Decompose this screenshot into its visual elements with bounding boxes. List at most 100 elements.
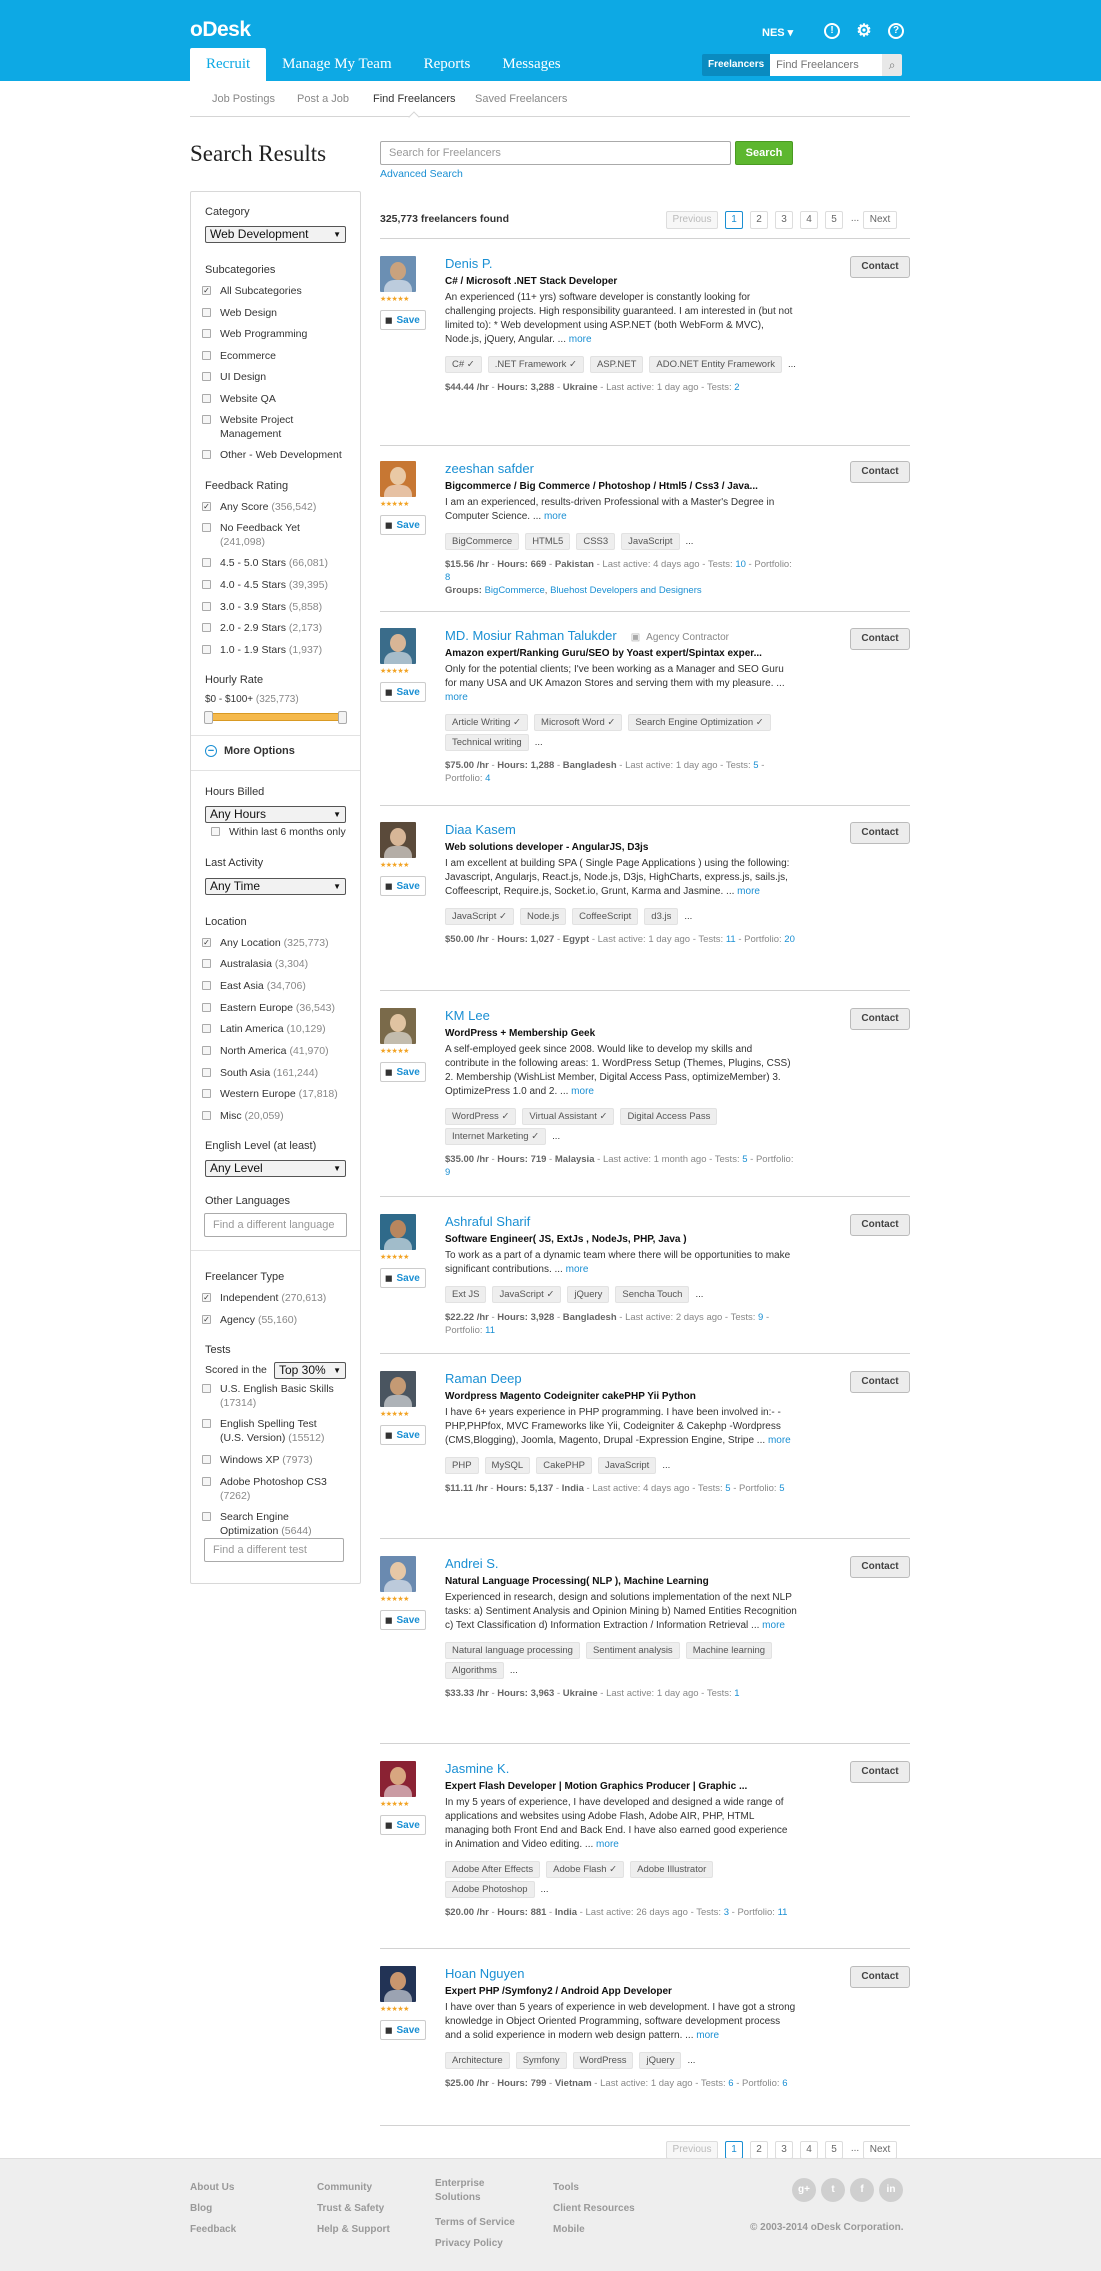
skill-tag[interactable]: Symfony	[515, 2052, 567, 2069]
skills-more[interactable]: ...	[535, 737, 543, 748]
page-3-button[interactable]: 3	[775, 2141, 793, 2159]
find-test-input[interactable]: Find a different test	[204, 1538, 344, 1562]
checkbox[interactable]	[202, 602, 211, 611]
checkbox[interactable]	[202, 308, 211, 317]
location-north-america[interactable]: North America (41,970)	[202, 1044, 352, 1058]
checkbox[interactable]	[202, 351, 211, 360]
save-button[interactable]: ◼ Save	[380, 876, 426, 896]
freelancer-avatar[interactable]	[380, 1556, 416, 1592]
portfolio-count-link[interactable]: 8	[445, 572, 450, 583]
checkbox[interactable]	[202, 415, 211, 424]
contact-button[interactable]: Contact	[850, 1556, 910, 1578]
footer-link-blog[interactable]: Blog	[190, 2198, 236, 2219]
checkbox[interactable]: ✓	[202, 1315, 211, 1324]
facebook-icon[interactable]: f	[850, 2178, 874, 2202]
page-4-button[interactable]: 4	[800, 2141, 818, 2159]
checkbox[interactable]	[202, 450, 211, 459]
tab-reports[interactable]: Reports	[408, 48, 487, 81]
skill-tag[interactable]: jQuery	[567, 1286, 610, 1303]
freelancer-type-agency[interactable]: ✓ Agency (55,160)	[202, 1313, 352, 1327]
find-freelancers-input[interactable]	[770, 54, 883, 76]
skill-tag[interactable]: MySQL	[484, 1457, 531, 1474]
skill-tag[interactable]: Ext JS	[445, 1286, 487, 1303]
skill-tag[interactable]: jQuery	[639, 2052, 682, 2069]
test-u-s-english-basic-skills[interactable]: U.S. English Basic Skills (17314)	[202, 1382, 342, 1410]
save-button[interactable]: ◼ Save	[380, 1062, 426, 1082]
footer-link-privacy-policy[interactable]: Privacy Policy	[435, 2233, 515, 2254]
skills-more[interactable]: ...	[687, 2055, 695, 2066]
contact-button[interactable]: Contact	[850, 628, 910, 650]
skill-tag[interactable]: HTML5	[525, 533, 571, 550]
page-5-button[interactable]: 5	[825, 2141, 843, 2159]
location-any-location[interactable]: ✓ Any Location (325,773)	[202, 936, 352, 950]
skill-tag[interactable]: CSS3	[576, 533, 616, 550]
freelancer-name-link[interactable]: Raman Deep	[445, 1371, 522, 1386]
skill-tag[interactable]: JavaScript	[621, 533, 680, 550]
page-4-button[interactable]: 4	[800, 211, 818, 229]
page-5-button[interactable]: 5	[825, 211, 843, 229]
subcategory-website-project-management[interactable]: Website Project Management	[202, 413, 322, 441]
minus-icon[interactable]: −	[205, 745, 217, 757]
group-link[interactable]: Bluehost Developers and Designers	[550, 585, 702, 596]
freelancer-name-link[interactable]: Jasmine K.	[445, 1761, 509, 1776]
feedback-any-score[interactable]: ✓ Any Score (356,542)	[202, 500, 352, 514]
skill-tag[interactable]: Internet Marketing ✓	[445, 1128, 547, 1145]
page-2-button[interactable]: 2	[750, 211, 768, 229]
category-select[interactable]: Web Development ▼	[205, 226, 346, 243]
search-scope-select[interactable]: Freelancers	[702, 54, 771, 76]
search-freelancers-input[interactable]: Search for Freelancers	[380, 141, 731, 165]
contact-button[interactable]: Contact	[850, 1371, 910, 1393]
freelancer-avatar[interactable]	[380, 1214, 416, 1250]
checkbox[interactable]	[202, 981, 211, 990]
freelancer-avatar[interactable]	[380, 1371, 416, 1407]
skill-tag[interactable]: Sencha Touch	[615, 1286, 690, 1303]
freelancer-avatar[interactable]	[380, 461, 416, 497]
skill-tag[interactable]: Virtual Assistant ✓	[522, 1108, 615, 1125]
freelancer-name-link[interactable]: KM Lee	[445, 1008, 490, 1023]
google-plus-icon[interactable]: g+	[792, 2178, 816, 2202]
footer-link-enterprise-solutions[interactable]: Enterprise Solutions	[435, 2177, 515, 2205]
footer-link-about-us[interactable]: About Us	[190, 2177, 236, 2198]
contact-button[interactable]: Contact	[850, 1214, 910, 1236]
skill-tag[interactable]: d3.js	[644, 908, 679, 925]
footer-link-mobile[interactable]: Mobile	[553, 2219, 635, 2240]
tests-count-link[interactable]: 9	[758, 1312, 763, 1323]
skills-more[interactable]: ...	[684, 911, 692, 922]
tests-count-link[interactable]: 1	[734, 1688, 739, 1699]
subcategory-all-subcategories[interactable]: ✓ All Subcategories	[202, 284, 352, 298]
user-menu[interactable]: NES ▾	[762, 26, 793, 39]
skill-tag[interactable]: Adobe After Effects	[445, 1861, 541, 1878]
subnav-saved-freelancers[interactable]: Saved Freelancers	[475, 93, 567, 105]
test-windows-xp[interactable]: Windows XP (7973)	[202, 1453, 342, 1467]
last-activity-select[interactable]: Any Time ▼	[205, 878, 346, 895]
linkedin-icon[interactable]: in	[879, 2178, 903, 2202]
page-2-button[interactable]: 2	[750, 2141, 768, 2159]
more-link[interactable]: more	[737, 886, 760, 897]
page-3-button[interactable]: 3	[775, 211, 793, 229]
skill-tag[interactable]: C# ✓	[445, 356, 482, 373]
tests-count-link[interactable]: 5	[725, 1483, 730, 1494]
checkbox[interactable]	[211, 827, 220, 836]
contact-button[interactable]: Contact	[850, 256, 910, 278]
other-language-input[interactable]: Find a different language	[204, 1213, 347, 1237]
footer-link-client-resources[interactable]: Client Resources	[553, 2198, 635, 2219]
gear-icon[interactable]: ⚙	[856, 22, 872, 39]
skill-tag[interactable]: CoffeeScript	[572, 908, 639, 925]
freelancer-name-link[interactable]: Denis P.	[445, 256, 492, 271]
freelancer-name-link[interactable]: zeeshan safder	[445, 461, 534, 476]
skill-tag[interactable]: Algorithms	[445, 1662, 504, 1679]
more-options-toggle[interactable]: − More Options	[205, 745, 295, 757]
subnav-post-a-job[interactable]: Post a Job	[297, 93, 349, 105]
hourly-rate-slider[interactable]	[204, 711, 347, 724]
skill-tag[interactable]: .NET Framework ✓	[487, 356, 584, 373]
checkbox[interactable]: ✓	[202, 938, 211, 947]
skill-tag[interactable]: Adobe Photoshop	[445, 1881, 535, 1898]
checkbox[interactable]	[202, 1111, 211, 1120]
test-adobe-photoshop-cs3[interactable]: Adobe Photoshop CS3 (7262)	[202, 1475, 342, 1503]
location-latin-america[interactable]: Latin America (10,129)	[202, 1022, 352, 1036]
tests-count-link[interactable]: 6	[728, 2078, 733, 2089]
checkbox[interactable]	[202, 1512, 211, 1521]
tests-count-link[interactable]: 11	[726, 934, 736, 945]
tests-count-link[interactable]: 5	[753, 760, 758, 771]
subcategory-ui-design[interactable]: UI Design	[202, 370, 352, 384]
